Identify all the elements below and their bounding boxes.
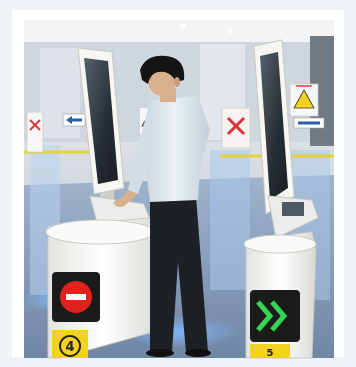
warning-sign — [289, 83, 319, 117]
airport-gate-photo: 4 5 — [0, 0, 356, 367]
ceiling — [24, 20, 334, 42]
traveler-hand — [114, 199, 126, 207]
no-entry-sign — [221, 107, 251, 149]
gate-top-rim — [45, 219, 155, 245]
passport-reader — [282, 202, 304, 216]
gate-signal-panel — [250, 290, 300, 342]
no-entry-sign — [26, 111, 44, 153]
photo-area: 4 5 — [20, 20, 334, 359]
traveler-ear — [174, 77, 180, 87]
direction-arrow-sign — [62, 113, 86, 127]
glass-barrier — [210, 150, 250, 290]
gate-number-5: 5 — [267, 348, 274, 359]
traveler-shoe — [185, 349, 211, 357]
direction-arrow-sign — [293, 117, 325, 129]
ceiling-light — [227, 28, 233, 34]
gate-top-rim — [243, 234, 317, 254]
no-entry-bar — [66, 294, 86, 300]
ceiling-light — [180, 23, 186, 29]
traveler-shoe — [146, 349, 174, 357]
gate-number-4: 4 — [65, 340, 74, 355]
